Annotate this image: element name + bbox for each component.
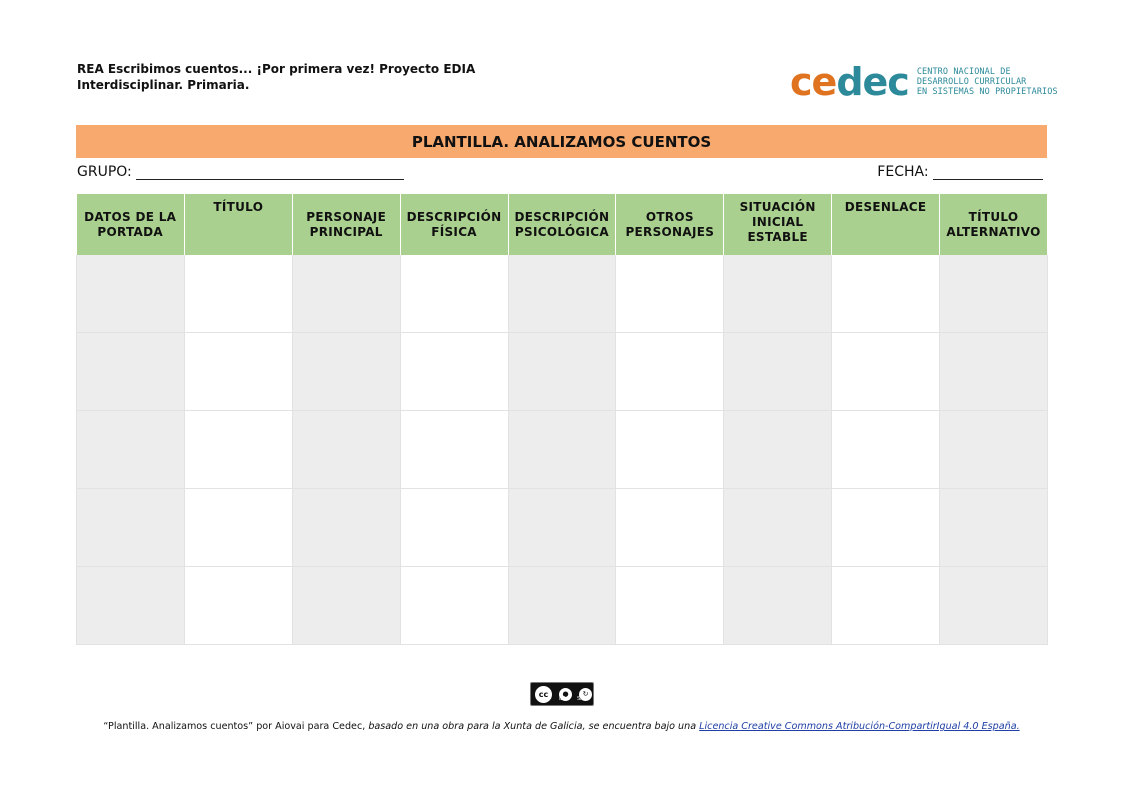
footer-attribution: “Plantilla. Analizamos cuentos” por Aiov… [103, 721, 366, 732]
template-title: PLANTILLA. ANALIZAMOS CUENTOS [76, 125, 1047, 158]
table-row [76, 332, 1048, 411]
col-situacion-inicial: SITUACIÓN INICIAL ESTABLE [723, 194, 833, 255]
table-cell[interactable] [508, 410, 617, 489]
table-cell[interactable] [76, 566, 185, 645]
table-cell[interactable] [508, 566, 617, 645]
table-cell[interactable] [400, 332, 509, 411]
logo-sub-line-3: EN SISTEMAS NO PROPIETARIOS [916, 87, 1058, 97]
table-cell[interactable] [400, 566, 509, 645]
footer-basis: basado en una obra para la Xunta de Gali… [365, 721, 700, 732]
table-cell[interactable] [723, 566, 833, 645]
cedec-logo: cedec CENTRO NACIONAL DE DESARROLLO CURR… [790, 62, 1058, 102]
col-datos-portada: DATOS DE LA PORTADA [76, 194, 185, 255]
table-cell[interactable] [292, 566, 401, 645]
table-header-row: DATOS DE LA PORTADA TÍTULO PERSONAJE PRI… [76, 194, 1048, 255]
col-titulo-alternativo: TÍTULO ALTERNATIVO [939, 194, 1048, 255]
cc-by-sa-badge[interactable]: cc ● ↻ BY SA [530, 682, 594, 706]
meta-row: GRUPO: FECHA: [77, 163, 1043, 183]
table-cell[interactable] [76, 255, 185, 333]
table-cell[interactable] [939, 255, 1048, 333]
table-row [76, 488, 1048, 567]
logo-wordmark: cedec [790, 60, 910, 104]
table-cell[interactable] [400, 255, 509, 333]
table-cell[interactable] [76, 410, 185, 489]
table-cell[interactable] [400, 488, 509, 567]
table-cell[interactable] [76, 332, 185, 411]
document-header: REA Escribimos cuentos... ¡Por primera v… [77, 61, 475, 93]
logo-subtitle: CENTRO NACIONAL DE DESARROLLO CURRICULAR… [917, 67, 1058, 97]
header-line-2: Interdisciplinar. Primaria. [77, 78, 250, 92]
table-cell[interactable] [508, 488, 617, 567]
table-row [76, 566, 1048, 645]
col-descripcion-fisica: DESCRIPCIÓN FÍSICA [400, 194, 509, 255]
logo-sub-line-2: DESARROLLO CURRICULAR [916, 77, 1027, 87]
logo-word-teal: dec [836, 60, 909, 104]
fecha-label: FECHA: [877, 164, 929, 180]
fecha-field: FECHA: [877, 163, 1043, 180]
table-cell[interactable] [723, 332, 833, 411]
table-cell[interactable] [723, 410, 833, 489]
table-cell[interactable] [76, 488, 185, 567]
table-cell[interactable] [831, 410, 940, 489]
table-cell[interactable] [184, 566, 293, 645]
table-cell[interactable] [615, 566, 725, 645]
table-cell[interactable] [508, 255, 617, 333]
table-cell[interactable] [831, 255, 940, 333]
table-cell[interactable] [615, 255, 725, 333]
grupo-field: GRUPO: [77, 163, 405, 180]
cc-icon: cc [534, 684, 553, 704]
table-cell[interactable] [939, 332, 1048, 411]
logo-sub-line-1: CENTRO NACIONAL DE [916, 67, 1011, 77]
table-cell[interactable] [292, 255, 401, 333]
by-label: BY [559, 696, 566, 702]
table-cell[interactable] [723, 255, 833, 333]
table-cell[interactable] [831, 488, 940, 567]
license-footer: “Plantilla. Analizamos cuentos” por Aiov… [0, 721, 1123, 732]
table-cell[interactable] [184, 410, 293, 489]
table-cell[interactable] [723, 488, 833, 567]
table-cell[interactable] [292, 332, 401, 411]
table-cell[interactable] [615, 488, 725, 567]
table-cell[interactable] [939, 410, 1048, 489]
table-cell[interactable] [292, 488, 401, 567]
col-titulo: TÍTULO [184, 194, 293, 255]
grupo-line[interactable] [136, 163, 405, 180]
table-cell[interactable] [939, 566, 1048, 645]
table-row [76, 255, 1048, 333]
sa-label: SA [577, 696, 584, 702]
logo-word-orange: ce [790, 60, 837, 104]
table-cell[interactable] [508, 332, 617, 411]
header-line-1: REA Escribimos cuentos... ¡Por primera v… [77, 62, 476, 76]
table-row [76, 410, 1048, 489]
table-cell[interactable] [184, 332, 293, 411]
table-cell[interactable] [831, 332, 940, 411]
col-personaje-principal: PERSONAJE PRINCIPAL [292, 194, 401, 255]
table-cell[interactable] [400, 410, 509, 489]
license-link[interactable]: Licencia Creative Commons Atribución-Com… [699, 721, 1019, 732]
table-cell[interactable] [292, 410, 401, 489]
table-cell[interactable] [184, 255, 293, 333]
col-descripcion-psicologica: DESCRIPCIÓN PSICOLÓGICA [508, 194, 617, 255]
grupo-label: GRUPO: [77, 164, 132, 180]
table-cell[interactable] [615, 410, 725, 489]
table-cell[interactable] [831, 566, 940, 645]
table-cell[interactable] [615, 332, 725, 411]
table-cell[interactable] [939, 488, 1048, 567]
fecha-line[interactable] [933, 163, 1043, 180]
table-cell[interactable] [184, 488, 293, 567]
story-analysis-table: DATOS DE LA PORTADA TÍTULO PERSONAJE PRI… [76, 194, 1048, 645]
col-otros-personajes: OTROS PERSONAJES [615, 194, 725, 255]
col-desenlace: DESENLACE [831, 194, 940, 255]
